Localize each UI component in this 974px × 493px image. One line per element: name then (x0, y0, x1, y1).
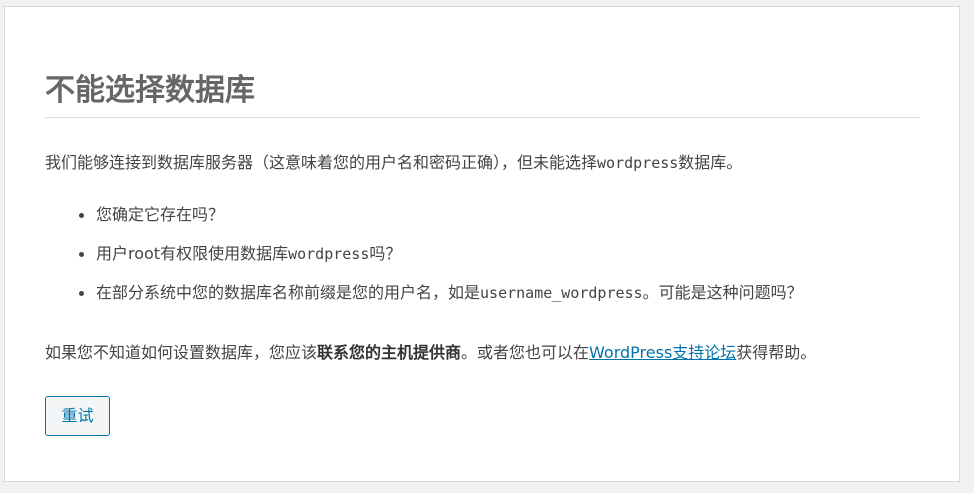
bullet-icon (79, 252, 84, 257)
error-panel: 不能选择数据库 我们能够连接到数据库服务器（这意味着您的用户名和密码正确），但未… (4, 6, 960, 482)
tip-code: username_wordpress (480, 284, 643, 302)
help-message: 如果您不知道如何设置数据库，您应该联系您的主机提供商。或者您也可以在WordPr… (45, 342, 816, 364)
tip-text: 您确定它存在吗？ (96, 205, 225, 224)
tip-text-before: 在部分系统中您的数据库名称前缀是您的用户名，如是 (96, 283, 481, 302)
intro-message: 我们能够连接到数据库服务器（这意味着您的用户名和密码正确），但未能选择wordp… (45, 152, 945, 174)
list-item: 您确定它存在吗？ (45, 204, 803, 226)
tip-text-after: 。可能是这种问题吗？ (642, 283, 803, 302)
page-title: 不能选择数据库 (45, 73, 255, 108)
support-forum-link[interactable]: WordPress支持论坛 (589, 343, 736, 362)
retry-button[interactable]: 重试 (45, 396, 110, 436)
title-divider (45, 117, 920, 118)
tip-text-before: 用户root有权限使用数据库 (96, 244, 289, 263)
host-contact-text: 联系您的主机提供商 (317, 343, 462, 362)
list-item: 用户root有权限使用数据库wordpress吗？ (45, 243, 803, 265)
database-name: wordpress (597, 154, 679, 172)
troubleshooting-list: 您确定它存在吗？ 用户root有权限使用数据库wordpress吗？ 在部分系统… (45, 204, 803, 321)
list-item: 在部分系统中您的数据库名称前缀是您的用户名，如是username_wordpre… (45, 282, 803, 304)
intro-text-before: 我们能够连接到数据库服务器（这意味着您的用户名和密码正确），但未能选择 (45, 153, 598, 172)
bullet-icon (79, 291, 84, 296)
help-text-after: 获得帮助。 (736, 343, 817, 362)
bullet-icon (79, 213, 84, 218)
tip-text-after: 吗？ (369, 244, 402, 263)
tip-code: wordpress (288, 245, 370, 263)
intro-text-after: 数据库。 (678, 153, 743, 172)
help-text-middle: 。或者您也可以在 (461, 343, 590, 362)
help-text-before: 如果您不知道如何设置数据库，您应该 (45, 343, 318, 362)
